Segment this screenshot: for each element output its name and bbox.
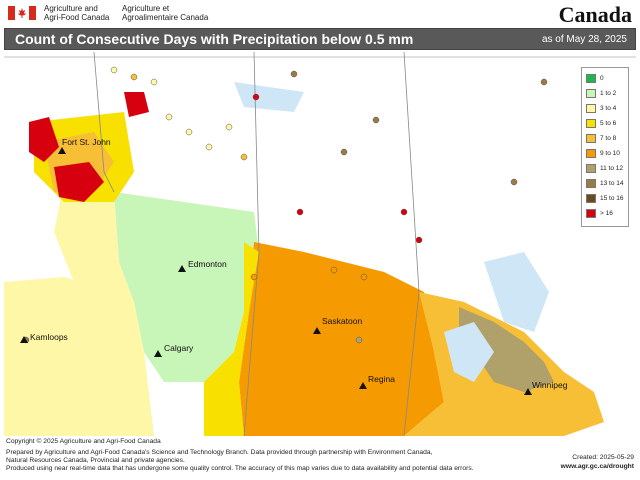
map-title: Count of Consecutive Days with Precipita… bbox=[15, 31, 414, 47]
legend-label: 13 to 14 bbox=[600, 180, 624, 187]
legend-swatch bbox=[586, 134, 596, 143]
svg-text:Calgary: Calgary bbox=[164, 343, 194, 353]
legend-item: 9 to 10 bbox=[586, 149, 630, 159]
footer-note-2: Natural Resources Canada, Provincial and… bbox=[6, 457, 185, 464]
legend-item: 7 to 8 bbox=[586, 134, 630, 144]
copyright-text: Copyright © 2025 Agriculture and Agri-Fo… bbox=[6, 438, 161, 445]
svg-text:Edmonton: Edmonton bbox=[188, 259, 227, 269]
legend-swatch bbox=[586, 74, 596, 83]
svg-text:Kamloops: Kamloops bbox=[30, 332, 68, 342]
legend-label: > 16 bbox=[600, 210, 613, 217]
legend-item: 5 to 6 bbox=[586, 119, 630, 129]
footer-note-3: Produced using near real-time data that … bbox=[6, 465, 474, 472]
title-bar: Count of Consecutive Days with Precipita… bbox=[4, 28, 636, 50]
legend-item: 0 bbox=[586, 74, 630, 84]
legend-item: 13 to 14 bbox=[586, 179, 630, 189]
map-date: as of May 28, 2025 bbox=[541, 34, 627, 45]
legend-swatch bbox=[586, 149, 596, 158]
svg-text:Regina: Regina bbox=[368, 374, 395, 384]
legend-item: 1 to 2 bbox=[586, 89, 630, 99]
website-link[interactable]: www.agr.gc.ca/drought bbox=[561, 463, 634, 471]
agency-name-fr: Agriculture et Agroalimentaire Canada bbox=[122, 4, 209, 22]
svg-text:Fort St. John: Fort St. John bbox=[62, 137, 111, 147]
agency-name-en: Agriculture and Agri-Food Canada bbox=[44, 4, 110, 22]
drought-map: Fort St. John Edmonton Kamloops Calgary … bbox=[4, 51, 636, 437]
legend-swatch bbox=[586, 89, 596, 98]
legend-label: 9 to 10 bbox=[600, 150, 620, 157]
legend-swatch bbox=[586, 194, 596, 203]
header: Agriculture and Agri-Food Canada Agricul… bbox=[0, 0, 640, 28]
legend-label: 15 to 16 bbox=[600, 195, 624, 202]
legend-label: 5 to 6 bbox=[600, 120, 617, 127]
legend-swatch bbox=[586, 209, 596, 218]
legend-label: 1 to 2 bbox=[600, 90, 617, 97]
svg-text:Winnipeg: Winnipeg bbox=[532, 380, 568, 390]
legend-label: 0 bbox=[600, 75, 604, 82]
legend-swatch bbox=[586, 179, 596, 188]
legend-item: 11 to 12 bbox=[586, 164, 630, 174]
created-date: Created: 2025-05-29 bbox=[572, 454, 634, 461]
map-legend: 0 1 to 2 3 to 4 5 to 6 7 to 8 9 to 10 11 to 12… bbox=[581, 67, 629, 227]
legend-item: 15 to 16 bbox=[586, 194, 630, 204]
legend-swatch bbox=[586, 104, 596, 113]
map-area: Fort St. John Edmonton Kamloops Calgary … bbox=[4, 51, 636, 437]
legend-swatch bbox=[586, 164, 596, 173]
svg-text:Saskatoon: Saskatoon bbox=[322, 316, 362, 326]
legend-swatch bbox=[586, 119, 596, 128]
legend-item: > 16 bbox=[586, 209, 630, 219]
footer-note-1: Prepared by Agriculture and Agri-Food Ca… bbox=[6, 449, 433, 456]
legend-label: 3 to 4 bbox=[600, 105, 617, 112]
legend-item: 3 to 4 bbox=[586, 104, 630, 114]
legend-label: 7 to 8 bbox=[600, 135, 617, 142]
canada-wordmark: Canada bbox=[558, 2, 632, 27]
legend-label: 11 to 12 bbox=[600, 165, 624, 172]
footer: Copyright © 2025 Agriculture and Agri-Fo… bbox=[0, 438, 640, 480]
canada-flag-icon bbox=[8, 6, 36, 20]
